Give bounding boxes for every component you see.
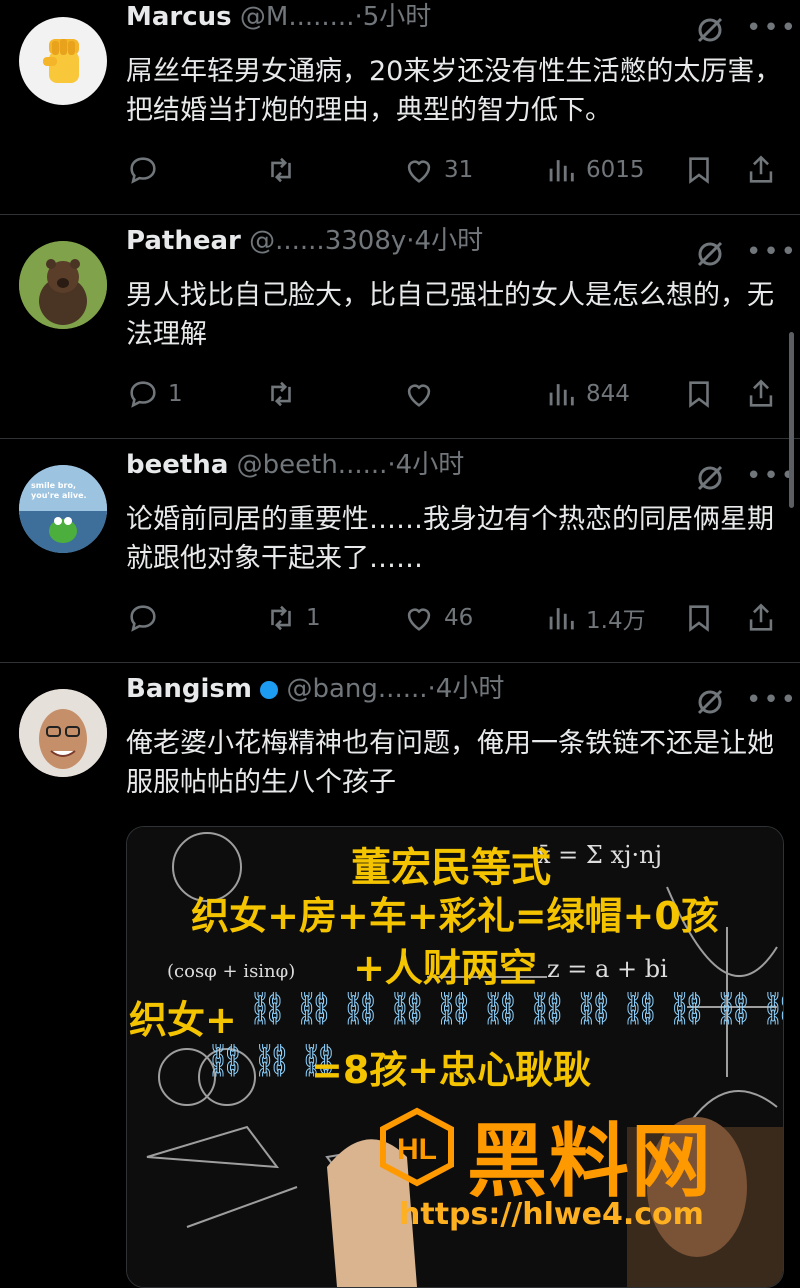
views-count: 844 [586,381,630,407]
bookmark-icon [689,605,709,632]
more-icon[interactable]: ••• [746,15,796,41]
meme-line: 织女+房+车+彩礼=绿帽+0孩 [191,894,719,938]
reply-button[interactable] [126,150,168,190]
share-icon [749,379,773,407]
author-name[interactable]: Marcus [126,2,232,32]
watermark-text: 黑料网 [467,1115,713,1208]
action-bar: 1 46 1.4万 [126,598,786,638]
tweet-text: 俺老婆小花梅精神也有问题，俺用一条铁链不还是让她服服帖帖的生八个孩子 [126,728,774,798]
like-icon [407,608,431,631]
like-button[interactable] [402,374,444,414]
retweet-icon [271,157,291,183]
raised-fist-icon [43,39,79,83]
author-name[interactable]: Bangism [126,674,252,704]
timestamp[interactable]: 4小时 [436,674,505,704]
views-icon [549,384,574,406]
views-icon [549,608,574,630]
watermark-url: https://hlwe4.com [399,1197,704,1232]
like-button[interactable]: 31 [402,150,473,190]
author-handle[interactable]: @bang...... [287,674,428,704]
reply-button[interactable] [126,598,168,638]
views-count: 6015 [586,157,645,183]
avatar-bear[interactable] [19,241,107,329]
share-icon [749,155,773,183]
divider [0,438,800,439]
bookmark-button[interactable] [682,598,716,638]
share-button[interactable] [744,598,778,638]
author-handle[interactable]: @beeth...... [237,450,388,480]
reply-button[interactable]: 1 [126,374,183,414]
author-handle[interactable]: @M........ [240,2,355,32]
share-button[interactable] [744,150,778,190]
reply-count: 1 [168,381,183,407]
timestamp[interactable]: 4小时 [396,450,465,480]
watermark-logo: HL [377,1107,457,1187]
tweet-media-image[interactable]: x̄ = Σ xj·nj z = a + bi (cosφ + isinφ) 董… [126,826,784,1288]
more-icon[interactable]: ••• [746,463,796,489]
grok-icon[interactable] [695,239,725,269]
bear-avatar-icon [19,241,107,329]
tweet-header: Marcus @M........·5小时 [126,2,432,32]
share-icon [749,603,773,631]
meme-line: +人财两空 [353,946,537,990]
grok-icon[interactable] [695,687,725,717]
like-count: 46 [444,605,474,631]
views-button[interactable]: 844 [544,374,630,414]
bookmark-button[interactable] [682,374,716,414]
avatar-kermit[interactable]: smile bro, you're alive. [19,465,107,553]
retweet-button[interactable]: 1 [264,598,321,638]
retweet-icon [271,381,291,407]
watermark-emblem-icon: HL [380,1107,454,1187]
chain-emoji-row: ⛓⛓⛓⛓⛓⛓⛓⛓⛓⛓⛓⛓ [247,989,784,1027]
views-button[interactable]: 1.4万 [544,598,646,638]
like-count: 31 [444,157,474,183]
bookmark-icon [689,157,709,184]
grok-icon[interactable] [695,15,725,45]
like-icon [407,384,431,407]
tweet-text: 论婚前同居的重要性……我身边有个热恋的同居俩星期就跟他对象干起来了…… [126,504,774,574]
action-bar: 1 844 [126,374,786,414]
timestamp[interactable]: 4小时 [415,226,484,256]
author-name[interactable]: beetha [126,450,228,480]
reply-icon [130,381,156,408]
tweet-header: Pathear @......3308y·4小时 [126,226,484,256]
avatar-man[interactable] [19,689,107,777]
scrollbar-thumb[interactable] [789,332,794,508]
avatar-fist[interactable] [19,17,107,105]
tweet-text: 男人找比自己脸大，比自己强壮的女人是怎么想的，无法理解 [126,280,774,350]
retweet-count: 1 [306,605,321,631]
more-icon[interactable]: ••• [746,239,796,265]
views-count: 1.4万 [586,608,646,634]
retweet-button[interactable] [264,374,306,414]
svg-text:HL: HL [397,1133,437,1166]
tweet-header: Bangism @bang......·4小时 [126,674,505,704]
meme-line: 织女+ [129,998,237,1042]
bookmark-icon [689,381,709,408]
like-button[interactable]: 46 [402,598,473,638]
reply-icon [130,157,156,184]
grok-icon[interactable] [695,463,725,493]
timestamp[interactable]: 5小时 [363,2,432,32]
views-button[interactable]: 6015 [544,150,645,190]
tweet-text: 屌丝年轻男女通病，20来岁还没有性生活憋的太厉害，把结婚当打炮的理由，典型的智力… [126,56,782,126]
man-avatar-icon [19,689,107,777]
views-icon [549,160,574,182]
avatar-caption: smile bro, you're alive. [31,481,87,500]
more-icon[interactable]: ••• [746,687,796,713]
retweet-icon [271,605,291,631]
author-name[interactable]: Pathear [126,226,241,256]
like-icon [407,160,431,183]
share-button[interactable] [744,374,778,414]
divider [0,214,800,215]
meme-line: =8孩+忠心耿耿 [311,1048,592,1092]
kermit-avatar-icon [19,465,107,553]
author-handle[interactable]: @......3308y [249,226,406,256]
action-bar: 31 6015 [126,150,786,190]
retweet-button[interactable] [264,150,306,190]
verified-badge-icon [260,681,279,699]
bookmark-button[interactable] [682,150,716,190]
tweet-header: beetha @beeth......·4小时 [126,450,465,480]
reply-icon [130,605,156,632]
divider [0,662,800,663]
